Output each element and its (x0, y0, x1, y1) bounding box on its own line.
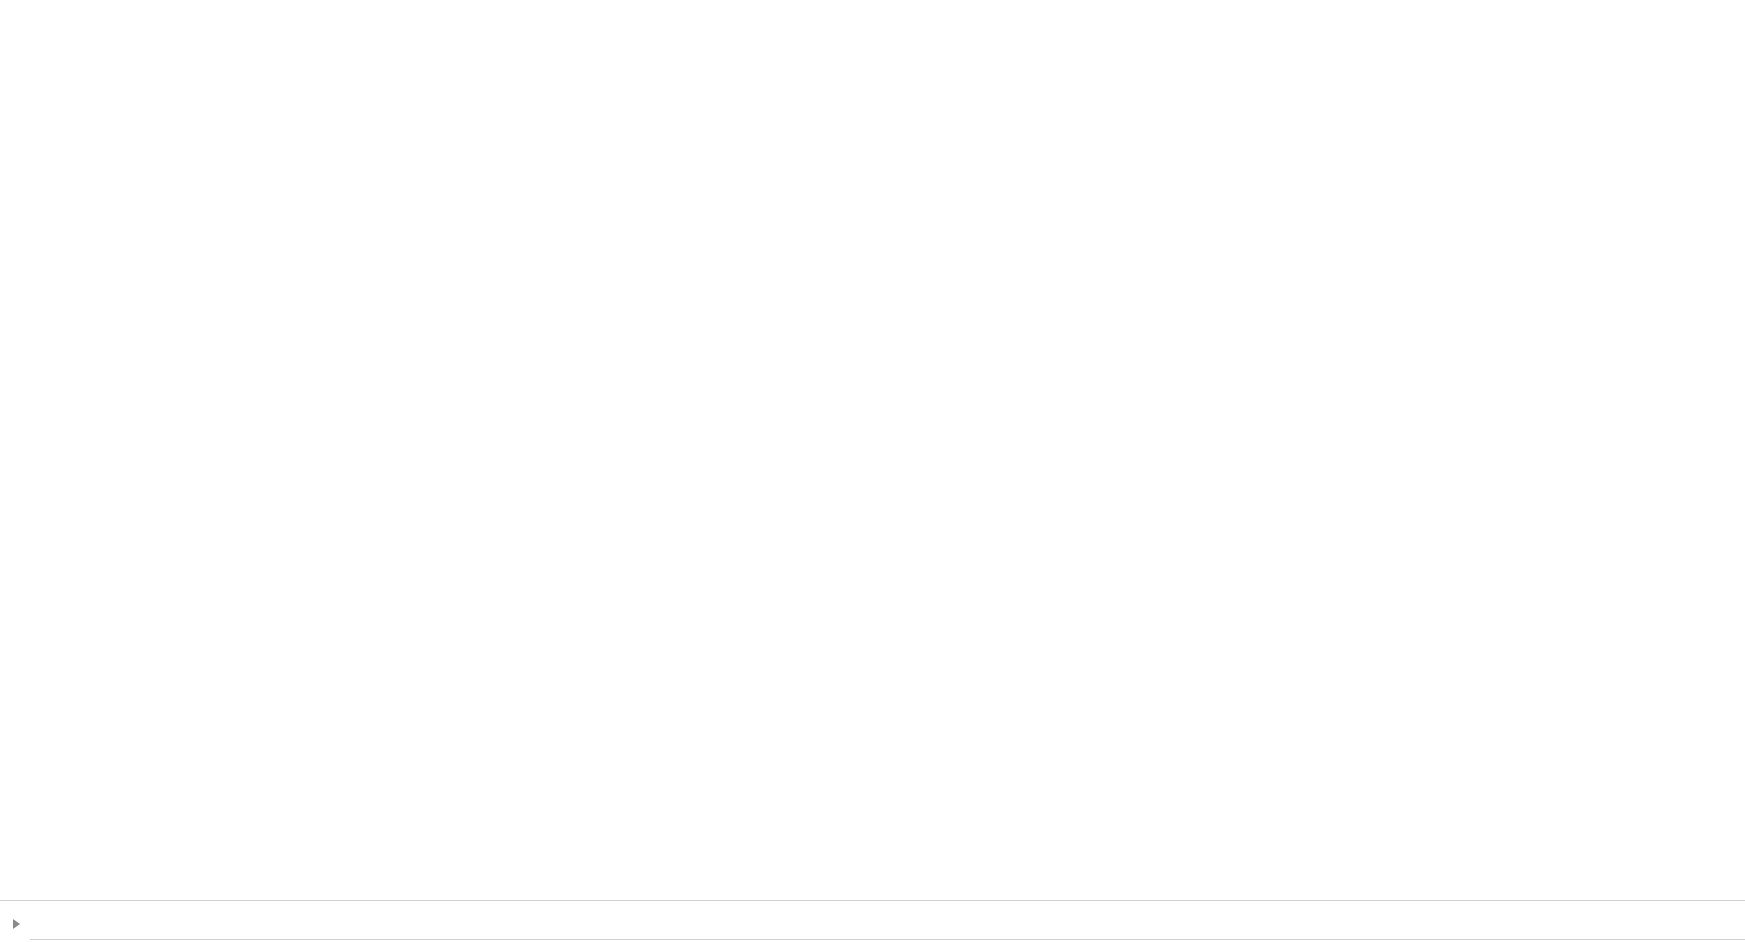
triangle-right-icon[interactable] (5, 915, 27, 933)
spreadsheet-canvas (0, 0, 1745, 900)
sheet-tab-bar (0, 900, 1745, 942)
annual-notes-panel (530, 55, 670, 64)
tab-bar-underline (30, 939, 1745, 940)
